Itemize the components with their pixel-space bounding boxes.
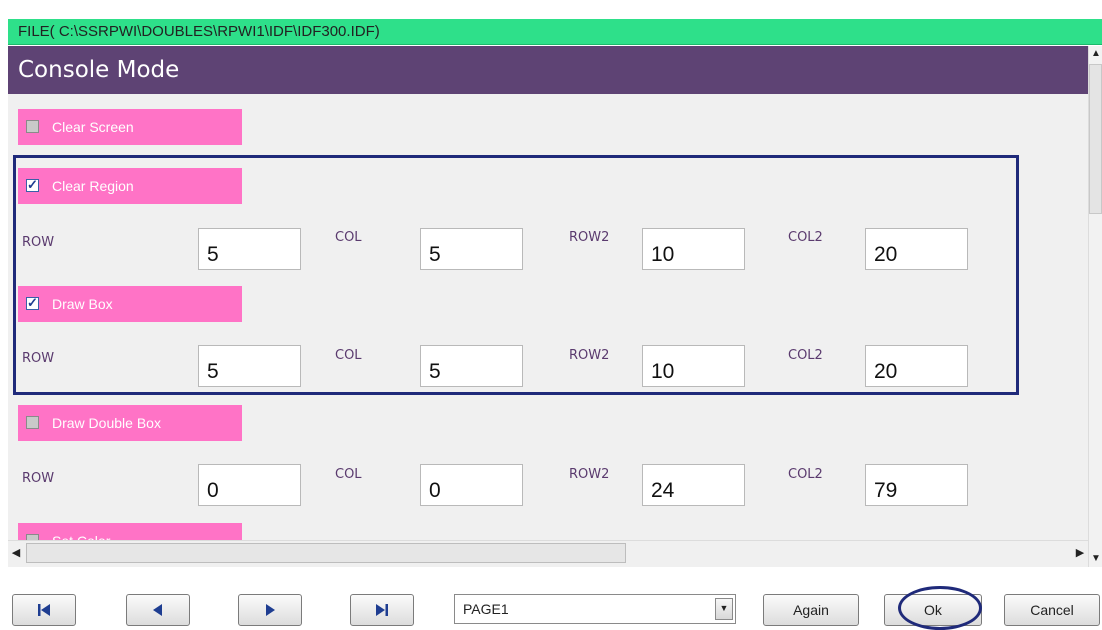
clear-region-col2-input[interactable]: 20: [865, 228, 968, 270]
clear-region-col2-label: COL2: [788, 230, 823, 245]
draw-box-option[interactable]: ✓ Draw Box: [18, 286, 242, 322]
last-page-button[interactable]: [350, 594, 414, 626]
draw-box-checkbox[interactable]: ✓: [26, 295, 39, 310]
draw-double-box-row-label: ROW: [22, 471, 55, 486]
cancel-button[interactable]: Cancel: [1004, 594, 1100, 626]
last-page-icon: [376, 604, 388, 616]
draw-box-row2-label: ROW2: [569, 348, 610, 363]
clear-screen-option[interactable]: Clear Screen: [18, 109, 242, 145]
clear-region-col-label: COL: [335, 230, 362, 245]
next-page-icon: [266, 604, 275, 616]
file-path-bar: FILE( C:\SSRPWI\DOUBLES\RPWI1\IDF\IDF300…: [8, 19, 1102, 45]
horizontal-scrollbar[interactable]: ◀ ▶: [8, 540, 1088, 564]
next-page-button[interactable]: [238, 594, 302, 626]
clear-region-row2-label: ROW2: [569, 230, 610, 245]
page-select-value: PAGE1: [463, 601, 509, 617]
draw-double-box-option[interactable]: Draw Double Box: [18, 405, 242, 441]
draw-box-col-label: COL: [335, 348, 362, 363]
clear-region-checkbox[interactable]: ✓: [26, 177, 39, 192]
clear-region-row-input[interactable]: 5: [198, 228, 301, 270]
clear-region-label: Clear Region: [52, 178, 134, 194]
clear-screen-checkbox[interactable]: [26, 120, 39, 133]
scroll-down-icon[interactable]: ▼: [1089, 551, 1102, 567]
page-title: Console Mode: [8, 46, 1088, 94]
vertical-scrollbar[interactable]: ▲ ▼: [1088, 46, 1102, 567]
draw-double-box-row2-label: ROW2: [569, 467, 610, 482]
draw-double-box-row-input[interactable]: 0: [198, 464, 301, 506]
draw-box-col2-input[interactable]: 20: [865, 345, 968, 387]
draw-box-row2-input[interactable]: 10: [642, 345, 745, 387]
clear-region-option[interactable]: ✓ Clear Region: [18, 168, 242, 204]
draw-box-col2-label: COL2: [788, 348, 823, 363]
draw-box-row-label: ROW: [22, 351, 55, 366]
clear-region-col-input[interactable]: 5: [420, 228, 523, 270]
draw-double-box-checkbox[interactable]: [26, 416, 39, 429]
first-page-button[interactable]: [12, 594, 76, 626]
file-path-text: FILE( C:\SSRPWI\DOUBLES\RPWI1\IDF\IDF300…: [18, 23, 380, 40]
ok-highlight-circle: [898, 586, 982, 630]
scroll-up-icon[interactable]: ▲: [1089, 46, 1102, 62]
draw-double-box-col-label: COL: [335, 467, 362, 482]
draw-double-box-label: Draw Double Box: [52, 415, 161, 431]
content-panel: Console Mode Clear Screen ✓ Clear Region…: [8, 46, 1088, 567]
draw-double-box-row2-input[interactable]: 24: [642, 464, 745, 506]
draw-box-col-input[interactable]: 5: [420, 345, 523, 387]
previous-page-button[interactable]: [126, 594, 190, 626]
first-page-icon: [38, 604, 50, 616]
clear-region-row-label: ROW: [22, 235, 55, 250]
draw-double-box-col2-input[interactable]: 79: [865, 464, 968, 506]
horizontal-scroll-thumb[interactable]: [26, 543, 626, 563]
draw-box-row-input[interactable]: 5: [198, 345, 301, 387]
page-select[interactable]: PAGE1 ▼: [454, 594, 736, 624]
clear-region-row2-input[interactable]: 10: [642, 228, 745, 270]
scroll-left-icon[interactable]: ◀: [8, 543, 24, 563]
vertical-scroll-thumb[interactable]: [1089, 64, 1102, 214]
draw-box-label: Draw Box: [52, 296, 113, 312]
scroll-right-icon[interactable]: ▶: [1072, 543, 1088, 563]
draw-double-box-col-input[interactable]: 0: [420, 464, 523, 506]
previous-page-icon: [153, 604, 162, 616]
chevron-down-icon[interactable]: ▼: [715, 598, 733, 620]
clear-screen-label: Clear Screen: [52, 119, 134, 135]
again-button[interactable]: Again: [763, 594, 859, 626]
draw-double-box-col2-label: COL2: [788, 467, 823, 482]
